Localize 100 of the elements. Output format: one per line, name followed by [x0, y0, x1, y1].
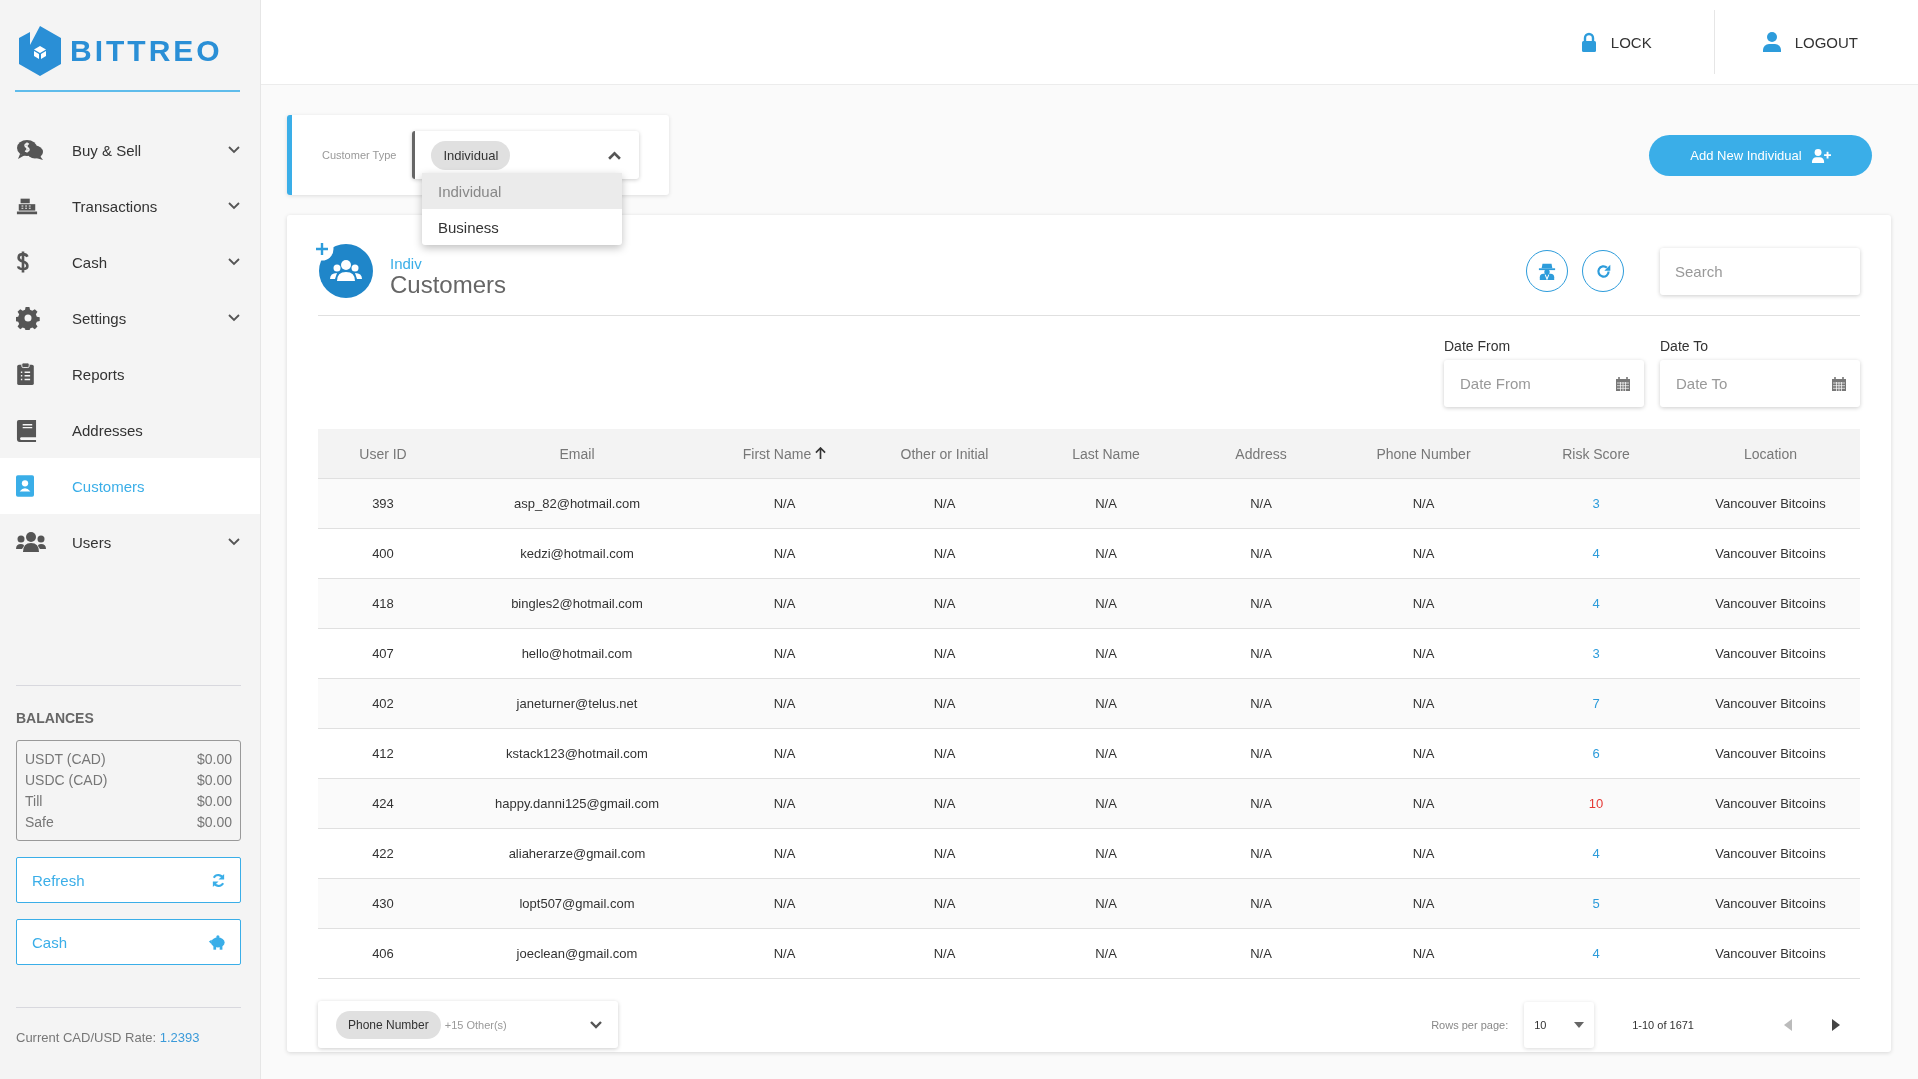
sidebar-item[interactable]: Settings	[0, 290, 260, 346]
sidebar-item[interactable]: Customers	[0, 458, 260, 514]
search-field[interactable]: Search	[1660, 247, 1860, 295]
table-cell: kstack123@hotmail.com	[506, 746, 648, 761]
column-header[interactable]: Address	[1235, 445, 1287, 462]
rows-per-page-select[interactable]: 10	[1524, 1001, 1595, 1048]
sidebar-item[interactable]: Transactions	[0, 178, 260, 234]
balance-name: USDC (CAD)	[25, 772, 108, 788]
field-label: Date From	[1444, 338, 1512, 354]
table-cell: Vancouver Bitcoins	[1715, 846, 1826, 861]
table-cell: 424	[372, 796, 394, 811]
refresh-icon	[1594, 262, 1612, 280]
table-cell: Vancouver Bitcoins	[1715, 796, 1826, 811]
table-cell: 412	[372, 746, 394, 761]
table-cell: N/A	[933, 846, 956, 861]
balance-amount: $0.00	[196, 793, 232, 809]
date-field[interactable]: Date To	[1660, 360, 1860, 407]
column-header[interactable]: Other or Initial	[900, 445, 989, 462]
table-cell: N/A	[1412, 696, 1435, 711]
table-cell: bingles2@hotmail.com	[511, 596, 643, 611]
column-header[interactable]: Location	[1744, 445, 1797, 462]
table-cell: N/A	[1412, 546, 1435, 561]
risk-score: 4	[1592, 946, 1600, 961]
table-cell: N/A	[773, 496, 796, 511]
table-cell: kedzi@hotmail.com	[520, 546, 634, 561]
add-individual-button[interactable]: Add New Individual	[1649, 135, 1872, 176]
table-cell: N/A	[1250, 596, 1272, 611]
table-cell: Vancouver Bitcoins	[1715, 646, 1826, 661]
more-count: +15 Other(s)	[444, 1018, 507, 1031]
sidebar-item[interactable]: Buy & Sell	[0, 122, 260, 178]
column-header[interactable]: Phone Number	[1376, 445, 1471, 462]
risk-score: 5	[1592, 896, 1600, 911]
table-cell: N/A	[1412, 596, 1435, 611]
table-cell: asp_82@hotmail.com	[514, 496, 640, 511]
table-cell: N/A	[773, 646, 796, 661]
sidebar-item[interactable]: Users	[0, 514, 260, 570]
table-cell: N/A	[933, 746, 956, 761]
dollar-icon	[16, 250, 30, 274]
sidebar-item[interactable]: Cash	[0, 234, 260, 290]
column-header[interactable]: Email	[559, 445, 595, 462]
table-cell: janeturner@telus.net	[516, 696, 638, 711]
table-cell: N/A	[773, 746, 796, 761]
column-header[interactable]: Last Name	[1072, 445, 1140, 462]
columns-select[interactable]: Phone Number +15 Other(s)	[318, 1001, 618, 1048]
dropdown-option[interactable]: Individual	[422, 173, 622, 209]
selected-chip: Phone Number	[336, 1010, 441, 1039]
table-cell: N/A	[933, 546, 956, 561]
table-cell: Vancouver Bitcoins	[1715, 496, 1826, 511]
table-cell: N/A	[1250, 946, 1272, 961]
user-plus-icon	[1811, 148, 1831, 163]
gear-icon	[16, 306, 40, 330]
previous-page-icon[interactable]	[1784, 1018, 1792, 1031]
date-field[interactable]: Date From	[1444, 360, 1644, 407]
table-cell: N/A	[1095, 696, 1117, 711]
table-cell: N/A	[1250, 646, 1272, 661]
table-cell: N/A	[1412, 746, 1435, 761]
lock-icon	[1580, 32, 1597, 52]
column-header[interactable]: User ID	[359, 445, 407, 462]
field-label: Customer Type	[322, 149, 397, 161]
table-cell: 402	[372, 696, 394, 711]
top-bar-button[interactable]: LOCK	[1560, 32, 1672, 52]
risk-score: 3	[1592, 496, 1600, 511]
table-cell: Vancouver Bitcoins	[1715, 696, 1826, 711]
table-cell: 400	[372, 546, 394, 561]
column-header[interactable]: First Name	[742, 445, 827, 462]
next-page-icon[interactable]	[1832, 1018, 1840, 1031]
sidebar-item[interactable]: Reports	[0, 346, 260, 402]
dropdown-option[interactable]: Business	[422, 209, 622, 245]
column-header[interactable]: Risk Score	[1562, 445, 1630, 462]
table-cell: 406	[372, 946, 394, 961]
sidebar-item[interactable]: Addresses	[0, 402, 260, 458]
chevron-down-icon	[590, 1020, 602, 1029]
incognito-button[interactable]	[1526, 250, 1568, 292]
table-cell: N/A	[1250, 546, 1272, 561]
table-cell: N/A	[933, 496, 956, 511]
sidebar-button[interactable]: Refresh	[16, 857, 241, 903]
table-cell: N/A	[1412, 946, 1435, 961]
table-cell: N/A	[1095, 946, 1117, 961]
balance-name: Till	[25, 793, 43, 809]
risk-score: 4	[1592, 546, 1600, 561]
refresh-button[interactable]	[1582, 250, 1624, 292]
balance-name: USDT (CAD)	[25, 751, 106, 767]
table-cell: joeclean@gmail.com	[516, 946, 638, 961]
table-cell: 430	[372, 896, 394, 911]
chevron-up-icon	[608, 150, 622, 160]
table-cell: N/A	[773, 696, 796, 711]
table-cell: hello@hotmail.com	[521, 646, 633, 661]
exchange-rate: Current CAD/USD Rate: 1.2393	[16, 1030, 201, 1045]
top-bar-button[interactable]: LOGOUT	[1742, 32, 1878, 52]
table-cell: Vancouver Bitcoins	[1715, 946, 1826, 961]
risk-score: 7	[1592, 696, 1600, 711]
logo-cube-icon	[18, 25, 62, 77]
table-cell: N/A	[1095, 896, 1117, 911]
table-cell: Vancouver Bitcoins	[1715, 746, 1826, 761]
table-cell: N/A	[773, 796, 796, 811]
sidebar-button[interactable]: Cash	[16, 919, 241, 965]
field-label: Date To	[1660, 338, 1709, 354]
spy-icon	[1538, 262, 1556, 280]
caret-down-icon	[1574, 1021, 1585, 1028]
balance-amount: $0.00	[196, 751, 232, 767]
